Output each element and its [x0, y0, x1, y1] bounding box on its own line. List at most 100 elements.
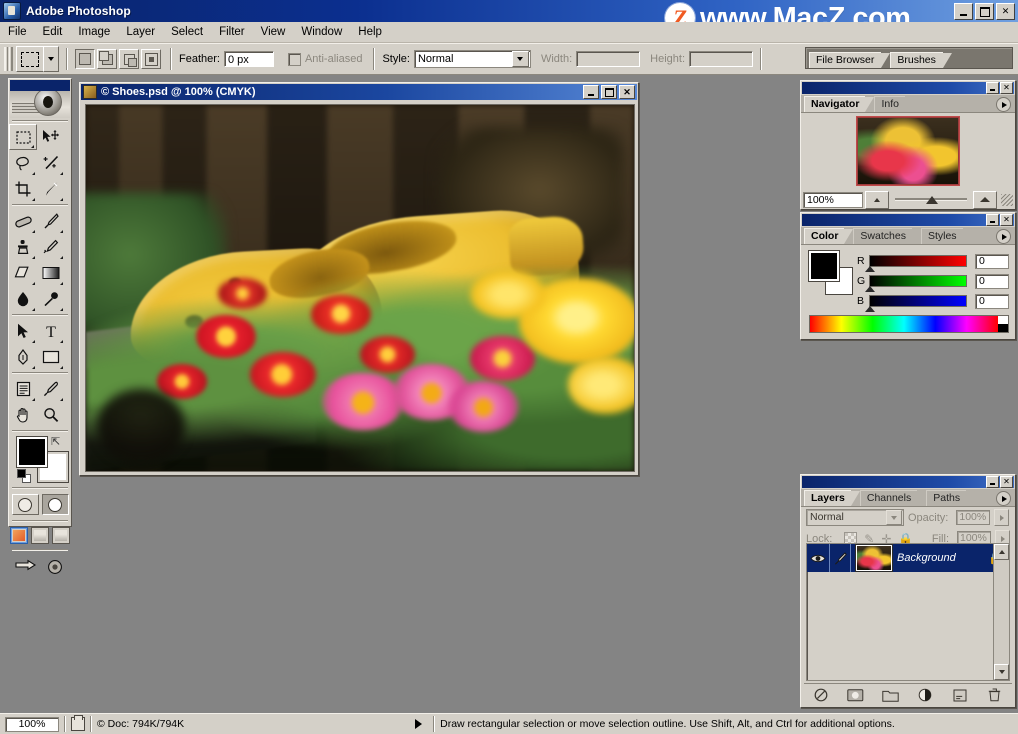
intersect-with-selection-button[interactable] — [141, 49, 161, 69]
standard-screen-mode-button[interactable] — [10, 527, 28, 544]
path-selection-tool[interactable] — [9, 318, 37, 344]
menu-item-file[interactable]: File — [0, 24, 35, 40]
zoom-tool[interactable] — [37, 402, 65, 428]
tab-styles[interactable]: Styles — [921, 228, 963, 244]
tab-channels[interactable]: Channels — [860, 490, 917, 506]
color-palette-title-bar[interactable]: ✕ — [802, 214, 1014, 226]
green-slider[interactable] — [869, 275, 967, 287]
document-title-bar[interactable]: © Shoes.psd @ 100% (CMYK) ✕ — [81, 84, 637, 100]
menu-item-select[interactable]: Select — [163, 24, 211, 40]
healing-brush-tool[interactable] — [9, 208, 37, 234]
tool-preset-dropdown[interactable] — [43, 46, 59, 72]
menu-item-layer[interactable]: Layer — [118, 24, 163, 40]
type-tool[interactable]: T — [37, 318, 65, 344]
layers-close-button[interactable]: ✕ — [1000, 476, 1013, 488]
foreground-color-swatch[interactable] — [17, 437, 47, 467]
status-zoom-input[interactable]: 100% — [5, 717, 59, 732]
opacity-input[interactable]: 100% — [956, 510, 990, 525]
document-minimize-button[interactable] — [583, 85, 599, 99]
blue-slider[interactable] — [869, 295, 967, 307]
tab-info[interactable]: Info — [874, 96, 905, 112]
blend-mode-select[interactable]: Normal — [806, 509, 904, 526]
tab-navigator[interactable]: Navigator — [804, 96, 865, 112]
quick-mask-mode-button[interactable] — [42, 494, 69, 515]
scroll-up-button[interactable] — [994, 544, 1009, 560]
document-info[interactable]: © Doc: 794K/794K — [97, 718, 184, 730]
rectangular-marquee-tool[interactable] — [9, 124, 37, 150]
style-select[interactable]: Normal — [414, 50, 531, 68]
layers-minimize-button[interactable] — [986, 476, 999, 488]
feather-input[interactable]: 0 px — [224, 51, 274, 67]
jump-to-imageready-icon[interactable] — [13, 556, 39, 577]
resize-grip[interactable] — [1001, 194, 1013, 206]
tab-color[interactable]: Color — [804, 228, 844, 244]
history-brush-tool[interactable] — [37, 234, 65, 260]
expand-arrow-icon[interactable] — [415, 719, 422, 729]
add-layer-mask-button[interactable] — [847, 687, 865, 703]
layers-palette-title-bar[interactable]: ✕ — [802, 476, 1014, 488]
palette-menu-icon[interactable] — [996, 97, 1011, 112]
add-layer-style-button[interactable] — [812, 687, 830, 703]
lasso-tool[interactable] — [9, 150, 37, 176]
rectangle-shape-tool[interactable] — [37, 344, 65, 370]
window-controls[interactable]: ✕ — [954, 3, 1015, 20]
red-slider[interactable] — [869, 255, 967, 267]
maximize-button[interactable] — [975, 3, 994, 20]
color-minimize-button[interactable] — [986, 214, 999, 226]
red-value-input[interactable]: 0 — [975, 254, 1009, 269]
default-colors-icon[interactable] — [17, 469, 29, 481]
image-canvas[interactable] — [85, 104, 635, 472]
navigator-title-bar[interactable]: ✕ — [802, 82, 1014, 94]
magic-wand-tool[interactable] — [37, 150, 65, 176]
toolbox-title-bar[interactable] — [10, 80, 70, 91]
current-tool-button[interactable] — [16, 46, 44, 72]
slice-tool[interactable] — [37, 176, 65, 202]
document-maximize-button[interactable] — [601, 85, 617, 99]
white-black-swatches[interactable] — [998, 316, 1008, 332]
document-close-button[interactable]: ✕ — [619, 85, 635, 99]
full-screen-with-menubar-button[interactable] — [31, 527, 49, 544]
palette-well-tab-file-browser[interactable]: File Browser — [809, 52, 881, 68]
clone-stamp-tool[interactable] — [9, 234, 37, 260]
scroll-down-button[interactable] — [994, 664, 1009, 680]
swap-colors-icon[interactable]: ⇱ — [51, 435, 60, 448]
navigator-preview[interactable] — [801, 113, 1015, 189]
move-tool[interactable] — [37, 124, 65, 150]
layer-edit-indicator[interactable] — [829, 544, 851, 572]
options-bar-grip[interactable] — [4, 47, 13, 71]
zoom-in-icon[interactable] — [973, 191, 997, 209]
anti-aliased-checkbox[interactable] — [288, 53, 301, 66]
menu-item-help[interactable]: Help — [350, 24, 390, 40]
imageready-icon[interactable] — [42, 556, 68, 577]
palette-menu-icon[interactable] — [996, 229, 1011, 244]
blur-tool[interactable] — [9, 286, 37, 312]
subtract-from-selection-button[interactable] — [119, 49, 139, 69]
create-new-layer-button[interactable] — [951, 687, 969, 703]
document-window-controls[interactable]: ✕ — [583, 85, 635, 99]
tab-paths[interactable]: Paths — [926, 490, 966, 506]
layer-row-background[interactable]: Background 🔒 — [807, 544, 1009, 572]
minimize-button[interactable] — [954, 3, 973, 20]
tab-layers[interactable]: Layers — [804, 490, 851, 506]
color-close-button[interactable]: ✕ — [1000, 214, 1013, 226]
gradient-tool[interactable] — [37, 260, 65, 286]
navigator-thumbnail[interactable] — [857, 117, 959, 185]
menu-item-filter[interactable]: Filter — [211, 24, 253, 40]
layer-name[interactable]: Background — [897, 552, 988, 564]
eraser-tool[interactable] — [9, 260, 37, 286]
close-button[interactable]: ✕ — [996, 3, 1015, 20]
menu-item-image[interactable]: Image — [70, 24, 118, 40]
dodge-tool[interactable] — [37, 286, 65, 312]
palette-menu-icon[interactable] — [996, 491, 1011, 506]
full-screen-mode-button[interactable] — [52, 527, 70, 544]
navigator-zoom-input[interactable]: 100% — [803, 192, 863, 208]
blue-value-input[interactable]: 0 — [975, 294, 1009, 309]
add-to-selection-button[interactable] — [97, 49, 117, 69]
create-adjustment-layer-button[interactable] — [916, 687, 934, 703]
layer-list-scrollbar[interactable] — [993, 543, 1010, 681]
zoom-out-icon[interactable] — [865, 191, 889, 209]
tab-swatches[interactable]: Swatches — [853, 228, 912, 244]
layer-thumbnail[interactable] — [856, 545, 892, 571]
print-preview-icon[interactable] — [71, 717, 85, 731]
width-input[interactable] — [576, 51, 640, 67]
